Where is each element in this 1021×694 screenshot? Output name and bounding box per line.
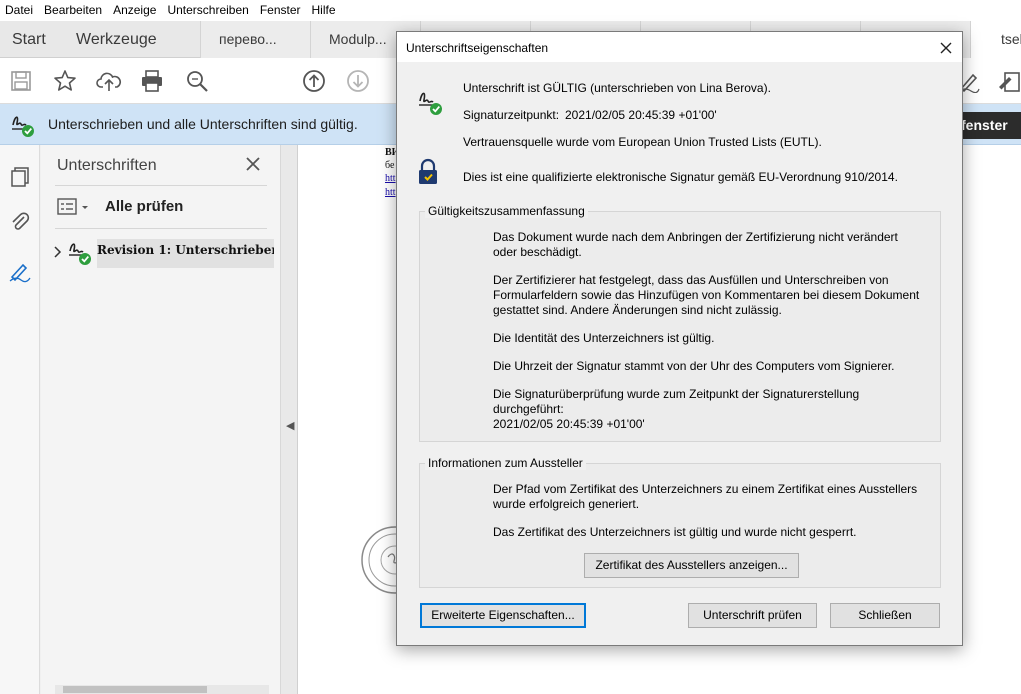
close-icon (940, 42, 952, 54)
signature-panel-button[interactable]: fenster (955, 112, 1021, 139)
validate-all-button[interactable]: Alle prüfen (105, 198, 183, 215)
panel-collapse-handle[interactable]: ◀ (281, 145, 298, 694)
menu-anzeige[interactable]: Anzeige (108, 0, 162, 21)
advanced-properties-button[interactable]: Erweiterte Eigenschaften... (420, 603, 586, 628)
validity-text-verification: Die Signaturüberprüfung wurde zum Zeitpu… (493, 387, 860, 416)
close-icon (246, 157, 260, 171)
signatures-panel: Unterschriften Alle prüfen Revision 1: U… (41, 145, 281, 694)
pages-icon (11, 167, 29, 187)
signature-pen-icon (9, 263, 31, 283)
next-page-button[interactable] (345, 68, 371, 94)
menu-bar: Datei Bearbeiten Anzeige Unterschreiben … (0, 0, 1021, 21)
pages-thumbnail-button[interactable] (8, 165, 32, 189)
upload-button[interactable] (96, 68, 122, 94)
edit-tool-button[interactable] (996, 68, 1021, 94)
tab-document-active[interactable]: tsell (970, 21, 1021, 58)
signatures-panel-button[interactable] (8, 259, 32, 283)
dialog-titlebar: Unterschriftseigenschaften (397, 32, 962, 62)
navigation-rail (0, 145, 40, 694)
collapse-arrow-icon: ◀ (286, 420, 295, 432)
issuer-text-path: Der Pfad vom Zertifikat des Unterzeichne… (493, 482, 918, 511)
list-options-icon (57, 198, 88, 215)
tab-tools[interactable]: Werkzeuge (64, 21, 194, 58)
acrobat-window: Datei Bearbeiten Anzeige Unterschreiben … (0, 0, 1021, 694)
edit-document-icon (999, 72, 1020, 92)
issuer-info-title: Informationen zum Aussteller (425, 456, 586, 470)
validity-summary-title: Gültigkeitszusammenfassung (425, 204, 588, 218)
cloud-upload-icon (96, 72, 122, 91)
panel-horizontal-scrollbar[interactable] (55, 685, 269, 694)
banner-status-text: Unterschrieben und alle Unterschriften s… (48, 116, 358, 132)
printer-icon (142, 70, 162, 92)
arrow-up-circle-icon (303, 70, 325, 92)
issuer-text-valid: Das Zertifikat des Unterzeichners ist gü… (493, 525, 857, 539)
save-button[interactable] (8, 68, 34, 94)
panel-divider (55, 228, 267, 229)
trust-source-text: Vertrauensquelle wurde vom European Unio… (463, 135, 822, 149)
scrollbar-thumb[interactable] (63, 686, 207, 693)
close-button[interactable]: Schließen (830, 603, 940, 628)
validity-text-verification-time: 2021/02/05 20:45:39 +01'00' (493, 417, 645, 431)
signature-valid-icon (417, 88, 445, 116)
show-issuer-certificate-button[interactable]: Zertifikat des Ausstellers anzeigen... (584, 553, 799, 578)
magnifier-icon (187, 71, 208, 92)
save-icon (11, 71, 31, 91)
previous-page-button[interactable] (301, 68, 327, 94)
signature-valid-icon (10, 111, 36, 137)
validate-signature-button[interactable]: Unterschrift prüfen (688, 603, 817, 628)
menu-unterschreiben[interactable]: Unterschreiben (162, 0, 254, 21)
panel-close-button[interactable] (243, 154, 263, 174)
tab-document-1[interactable]: перево... (200, 21, 310, 58)
validity-text-unchanged: Das Dokument wurde nach dem Anbringen de… (493, 230, 898, 259)
menu-datei[interactable]: Datei (0, 0, 39, 21)
zoom-search-button[interactable] (184, 68, 210, 94)
signing-time-label: Signaturzeitpunkt: (463, 108, 560, 122)
validity-text-time-source: Die Uhrzeit der Signatur stammt von der … (493, 359, 895, 373)
validity-text-permissions: Der Zertifizierer hat festgelegt, dass d… (493, 273, 920, 317)
signature-revision-row[interactable]: Revision 1: Unterschrieben von (97, 239, 274, 268)
arrow-down-circle-icon (347, 70, 369, 92)
panel-divider (55, 185, 267, 186)
menu-fenster[interactable]: Fenster (255, 0, 307, 21)
tab-start[interactable]: Start (0, 21, 62, 58)
print-button[interactable] (139, 68, 165, 94)
paperclip-icon (12, 212, 30, 230)
validity-text-identity: Die Identität des Unterzeichners ist gül… (493, 331, 715, 345)
document-text: бе (385, 160, 395, 171)
revision-label: Revision 1: Unterschrieben von (97, 243, 274, 257)
star-icon (54, 70, 76, 91)
eu-lock-icon (417, 158, 439, 186)
panel-options-button[interactable] (57, 198, 93, 216)
document-link[interactable]: htt (385, 187, 396, 198)
panel-title: Unterschriften (57, 157, 157, 174)
bookmark-button[interactable] (52, 68, 78, 94)
menu-bearbeiten[interactable]: Bearbeiten (39, 0, 108, 21)
menu-hilfe[interactable]: Hilfe (307, 0, 342, 21)
signature-valid-icon (67, 239, 93, 265)
qualified-signature-text: Dies ist eine qualifizierte elektronisch… (463, 170, 898, 184)
dialog-close-button[interactable] (935, 37, 957, 59)
dialog-title: Unterschriftseigenschaften (406, 41, 549, 55)
signature-status-text: Unterschrift ist GÜLTIG (unterschrieben … (463, 81, 771, 95)
attachments-button[interactable] (8, 210, 32, 234)
document-link[interactable]: htt (385, 173, 396, 184)
signature-properties-dialog: Unterschriftseigenschaften Unterschrift … (396, 31, 963, 646)
expand-chevron-icon[interactable] (53, 245, 63, 259)
signing-time-value: 2021/02/05 20:45:39 +01'00' (565, 108, 717, 122)
